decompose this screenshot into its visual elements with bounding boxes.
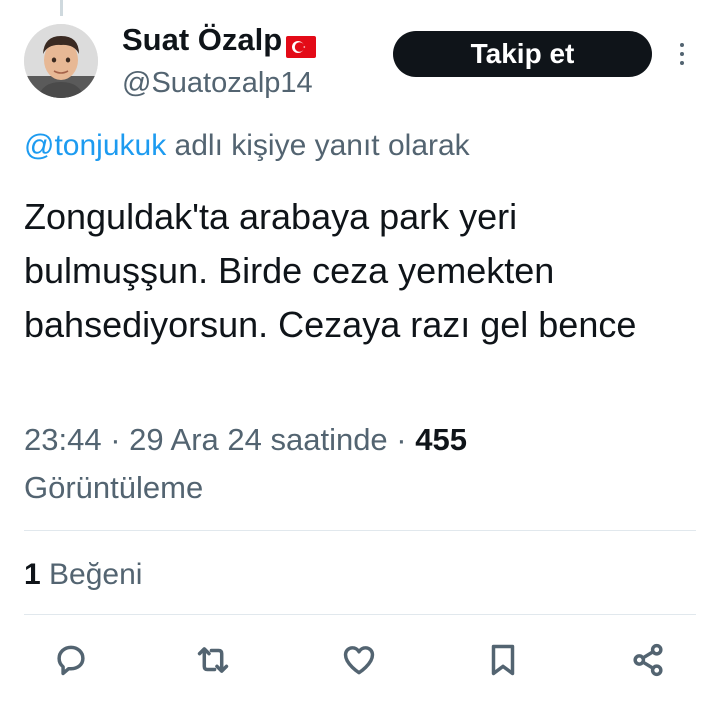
avatar-image <box>24 24 98 98</box>
more-dot <box>680 43 684 47</box>
author-handle[interactable]: @Suatozalp14 <box>122 66 313 100</box>
tweet-text: Zonguldak'ta arabaya park yeri bulmuşşun… <box>24 196 637 345</box>
action-bar <box>0 636 720 686</box>
bookmark-icon[interactable] <box>481 636 525 684</box>
avatar[interactable] <box>24 24 98 98</box>
views-count: 455 <box>415 422 467 457</box>
meta-separator: · <box>101 422 130 457</box>
author-name-text: Suat Özalp <box>122 22 283 57</box>
more-dot <box>680 52 684 56</box>
reply-context: @tonjukuk adlı kişiye yanıt olarak <box>24 126 470 166</box>
more-dot <box>680 61 684 65</box>
views-label: Görüntüleme <box>24 470 204 505</box>
reply-context-suffix: adlı kişiye yanıt olarak <box>166 129 470 162</box>
more-vertical-icon[interactable] <box>668 36 696 72</box>
tweet-meta: 23:44 · 29 Ara 24 saatinde · 455 Görüntül… <box>24 416 684 512</box>
divider <box>24 614 696 615</box>
retweet-icon[interactable] <box>191 636 235 684</box>
follow-button[interactable]: Takip et <box>393 31 652 77</box>
reply-mention-link[interactable]: @tonjukuk <box>24 129 166 162</box>
reply-icon[interactable] <box>49 636 93 684</box>
likes-summary[interactable]: 1 Beğeni <box>24 553 142 597</box>
likes-count: 1 <box>24 558 41 591</box>
share-icon[interactable] <box>626 636 670 684</box>
tweet-header: Suat Özalp @Suatozalp14 Takip et <box>0 0 720 110</box>
divider <box>24 530 696 531</box>
meta-separator: · <box>387 422 416 457</box>
turkey-flag-icon <box>286 30 317 58</box>
heart-icon[interactable] <box>337 636 381 684</box>
author-display-name[interactable]: Suat Özalp <box>122 22 317 58</box>
tweet-date[interactable]: 29 Ara 24 saatinde <box>129 422 388 457</box>
likes-label: Beğeni <box>49 558 143 591</box>
tweet-time[interactable]: 23:44 <box>24 422 102 457</box>
